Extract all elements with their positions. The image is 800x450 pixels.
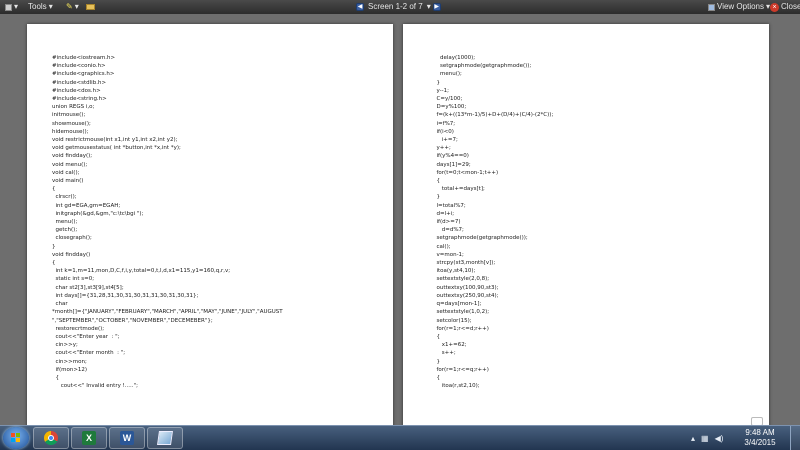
picture-viewer-icon: [157, 431, 173, 445]
save-icon: [5, 3, 12, 11]
taskbar-app-picture-viewer[interactable]: [147, 427, 183, 449]
chevron-down-icon: ▾: [14, 2, 19, 11]
view-options-button[interactable]: View Options ▾: [708, 0, 770, 14]
previous-screen-button[interactable]: ◀: [356, 3, 364, 11]
chrome-icon: [44, 431, 58, 445]
show-desktop-button[interactable]: [790, 426, 800, 450]
document-page-right: delay(1000); setgraphmode(getgraphmode()…: [403, 24, 769, 434]
volume-icon[interactable]: ◀): [715, 434, 724, 443]
taskbar-app-word[interactable]: W: [109, 427, 145, 449]
code-text-left: #include<iostream.h> #include<conio.h> #…: [52, 55, 283, 390]
taskbar: X W ▴ ▦ ◀) 9:48 AM 3/4/2015: [0, 425, 800, 450]
tools-menu-button[interactable]: Tools ▾: [28, 0, 53, 14]
windows-logo-icon: [11, 433, 21, 443]
close-button[interactable]: × Close: [770, 0, 800, 14]
clock-time: 9:48 AM: [745, 428, 775, 437]
chevron-down-icon: ▾: [48, 2, 53, 11]
excel-icon: X: [82, 431, 96, 445]
document-page-left: #include<iostream.h> #include<conio.h> #…: [27, 24, 393, 434]
close-icon: ×: [770, 2, 779, 12]
highlight-button[interactable]: ✎ ▾: [66, 0, 79, 14]
view-options-icon: [708, 3, 715, 11]
start-button[interactable]: [3, 427, 29, 449]
system-clock[interactable]: 9:48 AM 3/4/2015: [741, 428, 779, 448]
code-text-right: delay(1000); setgraphmode(getgraphmode()…: [436, 55, 554, 390]
clock-date: 3/4/2015: [744, 438, 776, 447]
next-screen-button[interactable]: ▶: [432, 3, 441, 11]
taskbar-app-excel[interactable]: X: [71, 427, 107, 449]
reading-mode-toolbar: ▾ Tools ▾ ✎ ▾ ◀ Screen 1-2 of 7 ▾ ▶ View…: [0, 0, 800, 14]
taskbar-app-chrome[interactable]: [33, 427, 69, 449]
screen-navigator: ◀ Screen 1-2 of 7 ▾ ▶: [356, 0, 441, 14]
system-tray: ▴ ▦ ◀): [688, 426, 726, 450]
word-icon: W: [120, 431, 134, 445]
save-button[interactable]: ▾: [5, 0, 18, 14]
close-label: Close: [781, 2, 800, 11]
view-options-label: View Options: [717, 2, 764, 11]
highlighter-icon: ✎: [66, 2, 73, 11]
network-icon[interactable]: ▦: [701, 434, 709, 443]
chevron-down-icon: ▾: [74, 2, 79, 11]
tools-label: Tools: [28, 2, 47, 11]
folder-button[interactable]: [86, 0, 95, 14]
screen-indicator: Screen 1-2 of 7: [368, 2, 423, 11]
show-hidden-icons-icon[interactable]: ▴: [691, 434, 695, 443]
document-area[interactable]: #include<iostream.h> #include<conio.h> #…: [0, 14, 800, 434]
chevron-down-icon[interactable]: ▾: [427, 0, 431, 14]
folder-icon: [86, 4, 95, 10]
